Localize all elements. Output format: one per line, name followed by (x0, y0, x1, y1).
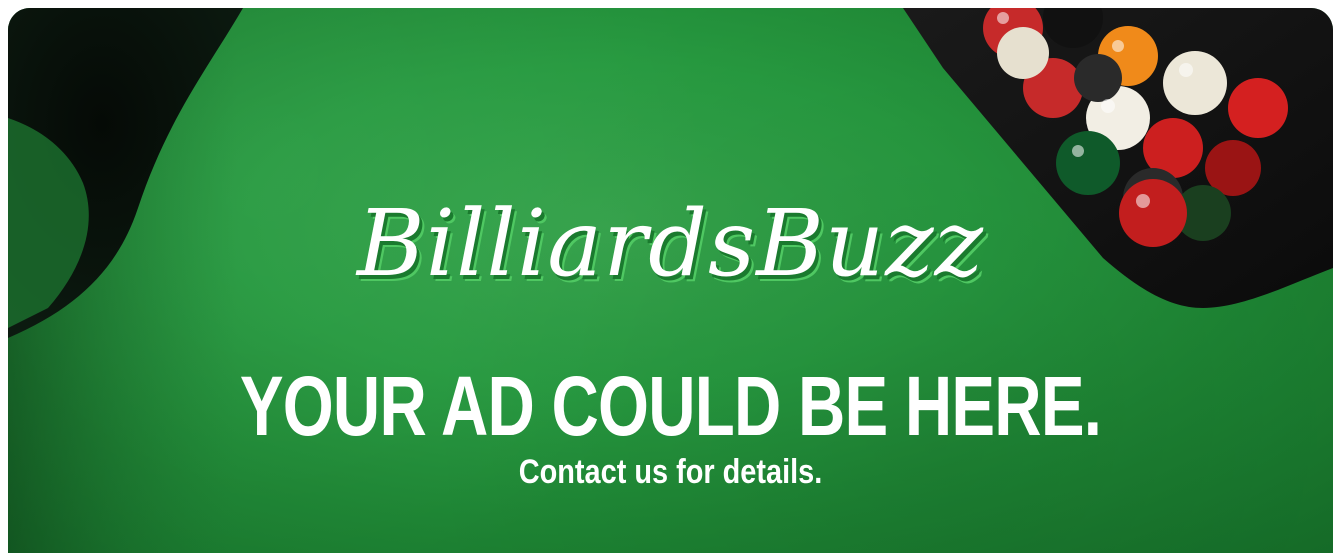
contact-cta[interactable]: Contact us for details. (107, 455, 1233, 489)
ad-banner[interactable]: BilliardsBuzz YOUR AD COULD BE HERE. Con… (8, 8, 1333, 553)
brand-logo: BilliardsBuzz (356, 190, 985, 297)
ad-headline: YOUR AD COULD BE HERE. (239, 359, 1102, 453)
